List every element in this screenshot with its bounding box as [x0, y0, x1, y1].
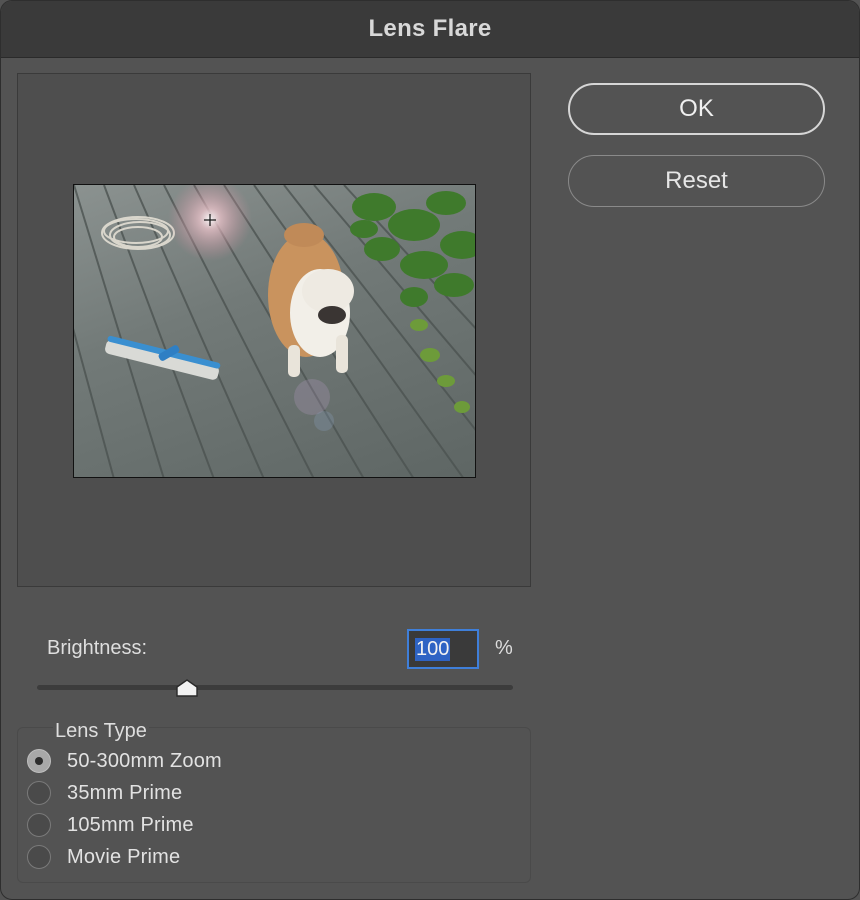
reset-button[interactable]: Reset: [568, 155, 825, 207]
title-bar[interactable]: Lens Flare: [1, 1, 859, 58]
radio-button-checked[interactable]: [27, 749, 51, 773]
brightness-label: Brightness:: [47, 637, 148, 659]
radio-option-zoom[interactable]: 50-300mm Zoom: [27, 747, 222, 775]
brightness-value: 100: [415, 637, 451, 661]
ok-button[interactable]: OK: [568, 83, 825, 135]
crosshair-icon[interactable]: [204, 214, 216, 226]
radio-button[interactable]: [27, 845, 51, 869]
percent-unit: %: [495, 637, 513, 659]
radio-option-movie[interactable]: Movie Prime: [27, 843, 180, 871]
brightness-slider-track[interactable]: [37, 685, 513, 690]
radio-label: Movie Prime: [67, 845, 181, 868]
radio-label: 105mm Prime: [67, 813, 194, 836]
radio-button[interactable]: [27, 781, 51, 805]
radio-option-35mm[interactable]: 35mm Prime: [27, 779, 182, 807]
dialog-title: Lens Flare: [368, 15, 492, 42]
radio-button[interactable]: [27, 813, 51, 837]
radio-label: 50-300mm Zoom: [67, 749, 222, 772]
radio-option-105mm[interactable]: 105mm Prime: [27, 811, 194, 839]
lens-type-label: Lens Type: [53, 720, 149, 743]
slider-thumb-icon[interactable]: [176, 679, 198, 697]
preview-image[interactable]: [73, 184, 476, 478]
brightness-input[interactable]: 100: [407, 629, 479, 669]
lens-flare-dialog: Lens Flare OK Reset Brightness: 100 % Le…: [0, 0, 860, 900]
radio-label: 35mm Prime: [67, 781, 183, 804]
